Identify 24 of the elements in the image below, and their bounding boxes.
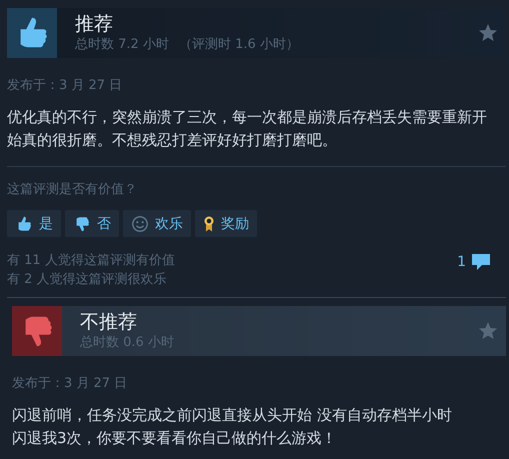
comment-count[interactable]: 1 [457, 251, 492, 273]
review-verdict: 不推荐 [80, 311, 138, 334]
vote-count: 有 11 人觉得这篇评测有价值 [7, 252, 175, 270]
review-verdict: 推荐 [75, 13, 114, 36]
smiley-icon [131, 214, 149, 232]
ribbon-medal-icon [203, 214, 215, 232]
helpful-question: 这篇评测是否有价值？ [7, 181, 138, 198]
playtime: 总时数 0.6 小时 [80, 334, 174, 351]
thumbs-down-icon [12, 306, 62, 356]
star-icon[interactable] [478, 321, 498, 341]
review-text: 优化真的不行，突然崩溃了三次，每一次都是崩溃后存档丢失需要重新开始真的很折磨。不想残忍打差评好好打磨打磨吧。 [7, 107, 488, 151]
funny-button[interactable]: 欢乐 [123, 210, 191, 237]
post-date: 发布于：3 月 27 日 [7, 77, 124, 94]
star-icon[interactable] [478, 23, 498, 43]
thumbs-up-icon [7, 8, 57, 58]
speech-bubble-icon [470, 251, 492, 273]
review-playtime: （评测时 1.6 小时） [178, 36, 299, 53]
vote-count: 有 2 人觉得这篇评测很欢乐 [7, 271, 168, 289]
award-button[interactable]: 奖励 [195, 210, 257, 237]
playtime: 总时数 7.2 小时 [75, 36, 169, 53]
review-text: 闪退前哨，任务没完成之前闪退直接从头开始 没有自动存档半小时闪退我3次，你要不要看看你自己做的什么游戏！ [12, 405, 453, 449]
yes-button[interactable]: 是 [7, 210, 61, 237]
post-date: 发布于：3 月 27 日 [12, 375, 128, 392]
no-button[interactable]: 否 [65, 210, 119, 237]
